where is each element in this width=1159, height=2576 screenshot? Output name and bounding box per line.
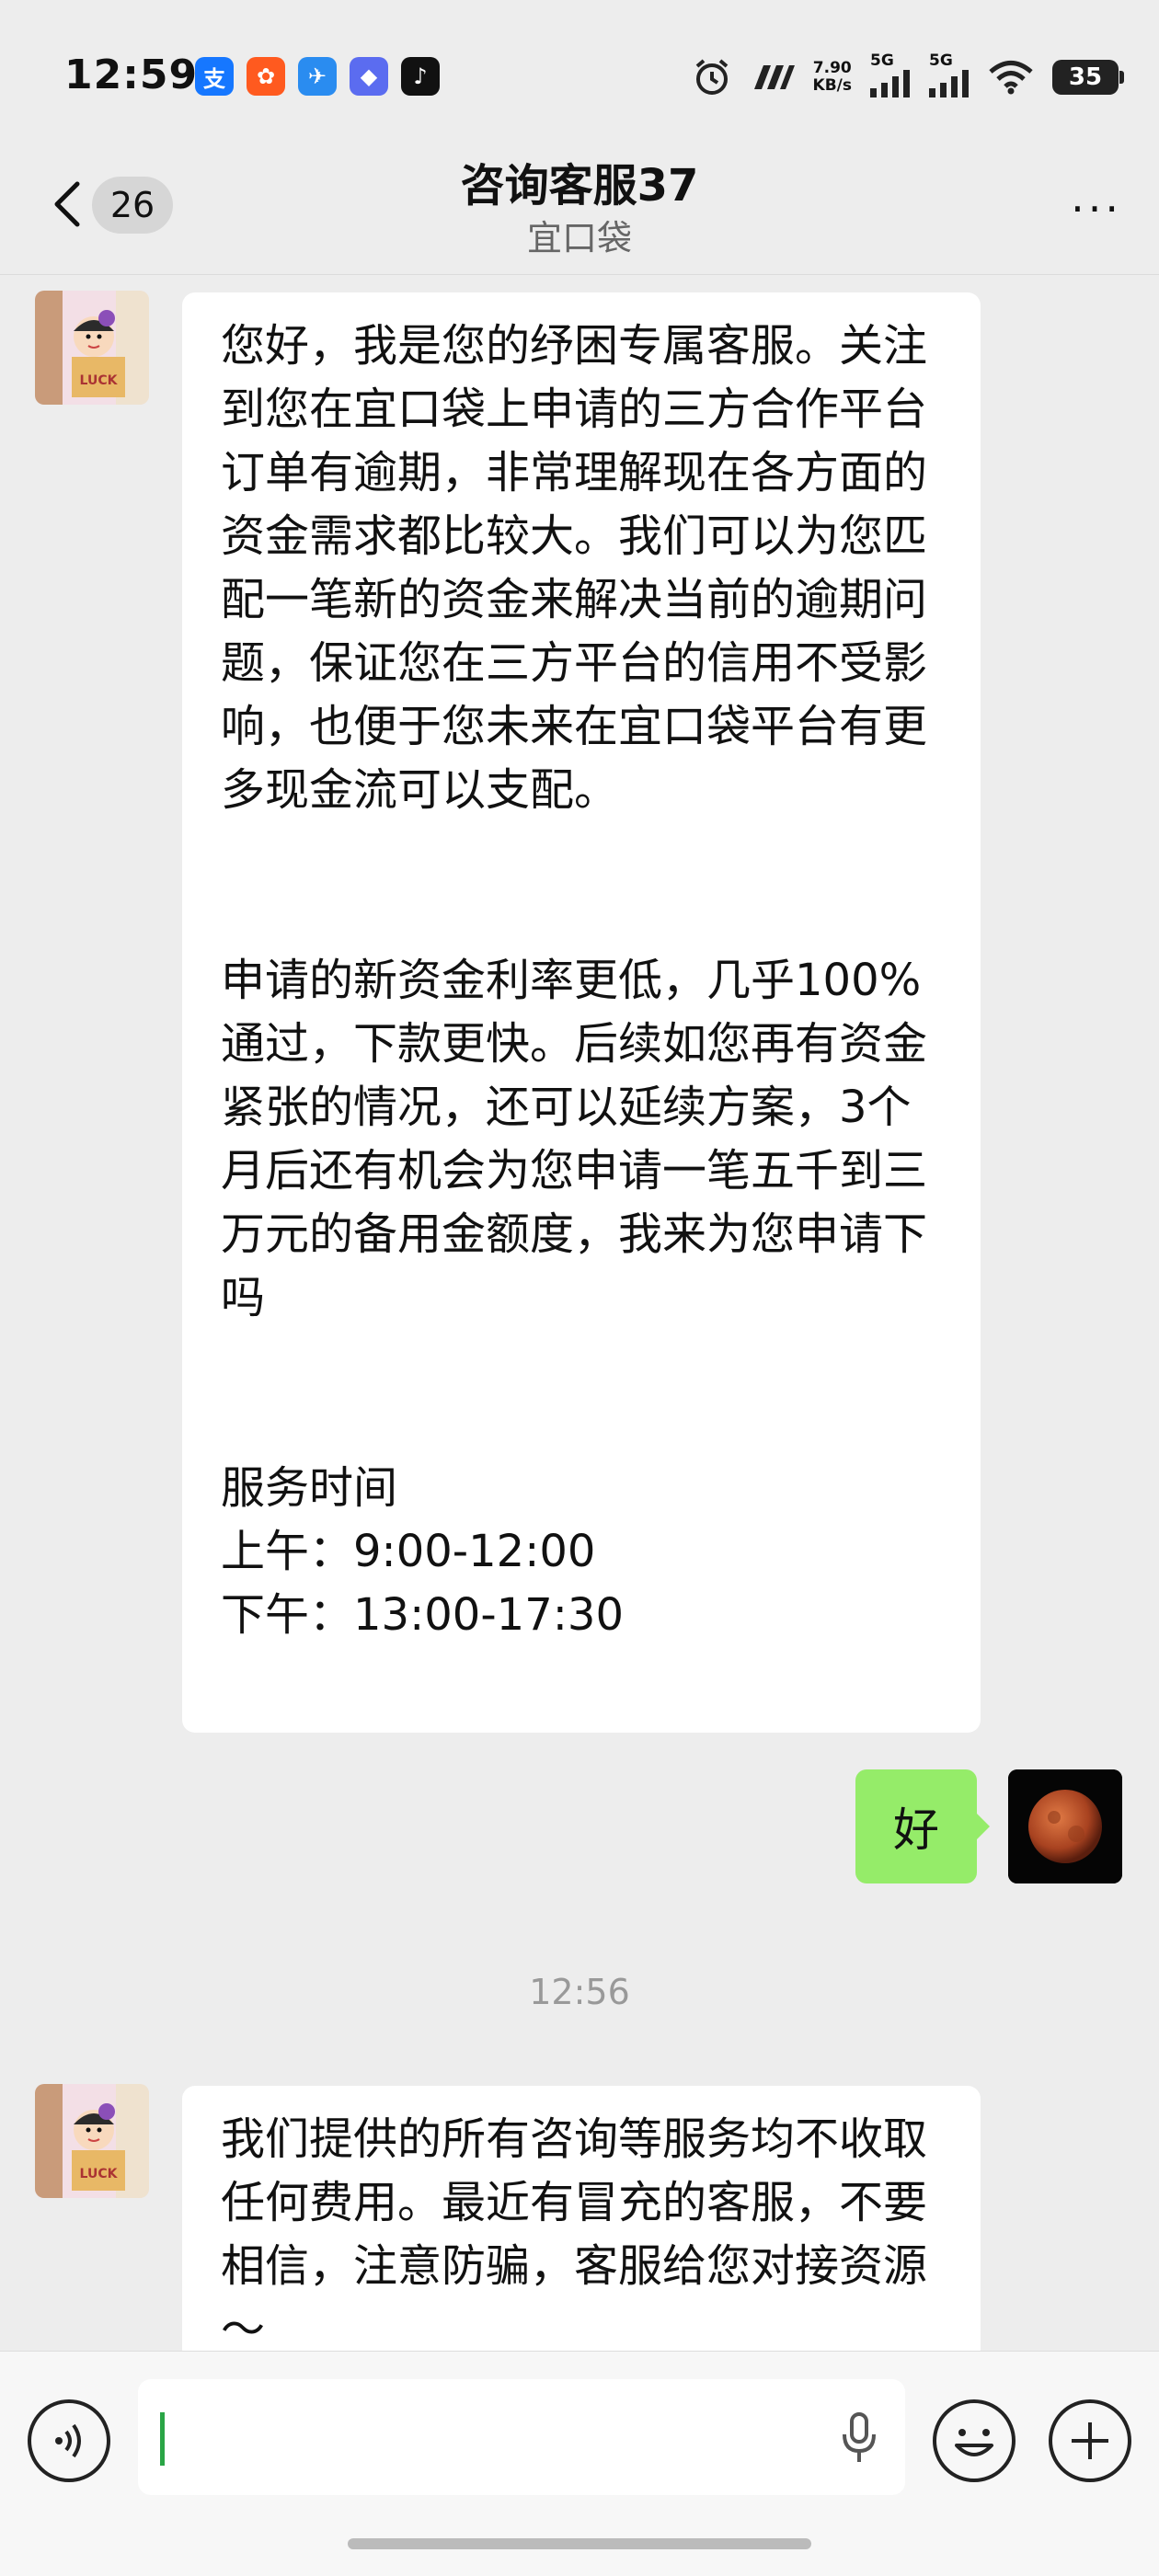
incoming-message-bubble[interactable]: 您好，我是您的纾困专属客服。关注到您在宜口袋上申请的三方合作平台订单有逾期，非常… <box>182 292 981 1733</box>
service-hours-title: 服务时间 <box>221 1462 398 1514</box>
plus-icon <box>1072 2422 1108 2459</box>
status-time: 12:59 <box>64 52 199 98</box>
more-options-button[interactable]: ··· <box>1071 184 1122 234</box>
app-purple-icon: ◆ <box>350 57 388 96</box>
nfc-icon <box>753 64 795 89</box>
battery-indicator: 35 <box>1052 59 1124 95</box>
notification-app-icons: 支 ✿ ✈ ◆ ♪ <box>195 57 440 96</box>
agent-avatar[interactable]: LUCK <box>35 291 149 405</box>
emoji-button[interactable] <box>933 2399 1016 2482</box>
app-blue-icon: ✈ <box>298 57 337 96</box>
chat-header: 26 咨询客服37 宜口袋 ··· <box>0 138 1159 275</box>
signal-2: 5G <box>929 52 970 102</box>
service-hours-am: 上午：9:00-12:00 <box>221 1526 596 1577</box>
message-paragraph: 您好，我是您的纾困专属客服。关注到您在宜口袋上申请的三方合作平台订单有逾期，非常… <box>221 320 928 816</box>
signal-1: 5G <box>870 52 911 102</box>
status-indicators: 7.90 KB/s 5G 5G 35 <box>692 52 1124 102</box>
cartoon-avatar-image: LUCK <box>35 291 149 405</box>
avatar-label: LUCK <box>80 373 119 388</box>
chat-subtitle: 宜口袋 <box>526 218 632 258</box>
outgoing-message-bubble[interactable]: 好 <box>855 1769 990 1883</box>
chat-title: 咨询客服37 <box>460 160 699 212</box>
cartoon-avatar-image: LUCK <box>35 2084 149 2198</box>
message-paragraph: 我们提供的所有咨询等服务均不收取任何费用。最近有冒充的客服，不要相信，注意防骗，… <box>221 2113 928 2355</box>
more-actions-button[interactable] <box>1049 2399 1131 2482</box>
signal-bars-icon <box>870 70 910 97</box>
agent-avatar[interactable]: LUCK <box>35 2084 149 2198</box>
signal-2-label: 5G <box>929 52 953 70</box>
text-caret <box>160 2412 165 2466</box>
status-bar: 12:59 支 ✿ ✈ ◆ ♪ 7.90 KB/s 5G 5G 35 <box>0 0 1159 138</box>
wifi-icon <box>989 60 1033 94</box>
microphone-icon[interactable] <box>841 2412 878 2464</box>
incoming-message-bubble[interactable]: 我们提供的所有咨询等服务均不收取任何费用。最近有冒充的客服，不要相信，注意防骗，… <box>182 2086 981 2362</box>
voice-input-button[interactable] <box>28 2399 110 2482</box>
message-input[interactable] <box>138 2379 905 2495</box>
tiktok-icon: ♪ <box>401 57 440 96</box>
home-indicator[interactable] <box>348 2538 811 2549</box>
signal-bars-icon <box>929 70 969 97</box>
alarm-icon <box>695 58 728 95</box>
moon-avatar-image <box>1008 1769 1122 1883</box>
network-speed-unit: KB/s <box>812 75 852 95</box>
avatar-label: LUCK <box>80 2167 119 2181</box>
voice-wave-icon <box>55 2423 81 2458</box>
network-speed: 7.90 KB/s <box>812 58 852 95</box>
message-timestamp: 12:56 <box>529 1972 630 2012</box>
emoji-face-icon <box>955 2429 993 2456</box>
my-avatar[interactable] <box>1008 1769 1122 1883</box>
alipay-icon: 支 <box>195 57 234 96</box>
service-hours-pm: 下午：13:00-17:30 <box>221 1589 624 1641</box>
app-orange-icon: ✿ <box>247 57 285 96</box>
network-speed-value: 7.90 <box>812 58 852 77</box>
message-paragraph: 申请的新资金利率更低，几乎100%通过，下款更快。后续如您再有资金紧张的情况，还… <box>221 955 928 1323</box>
signal-1-label: 5G <box>870 52 894 70</box>
